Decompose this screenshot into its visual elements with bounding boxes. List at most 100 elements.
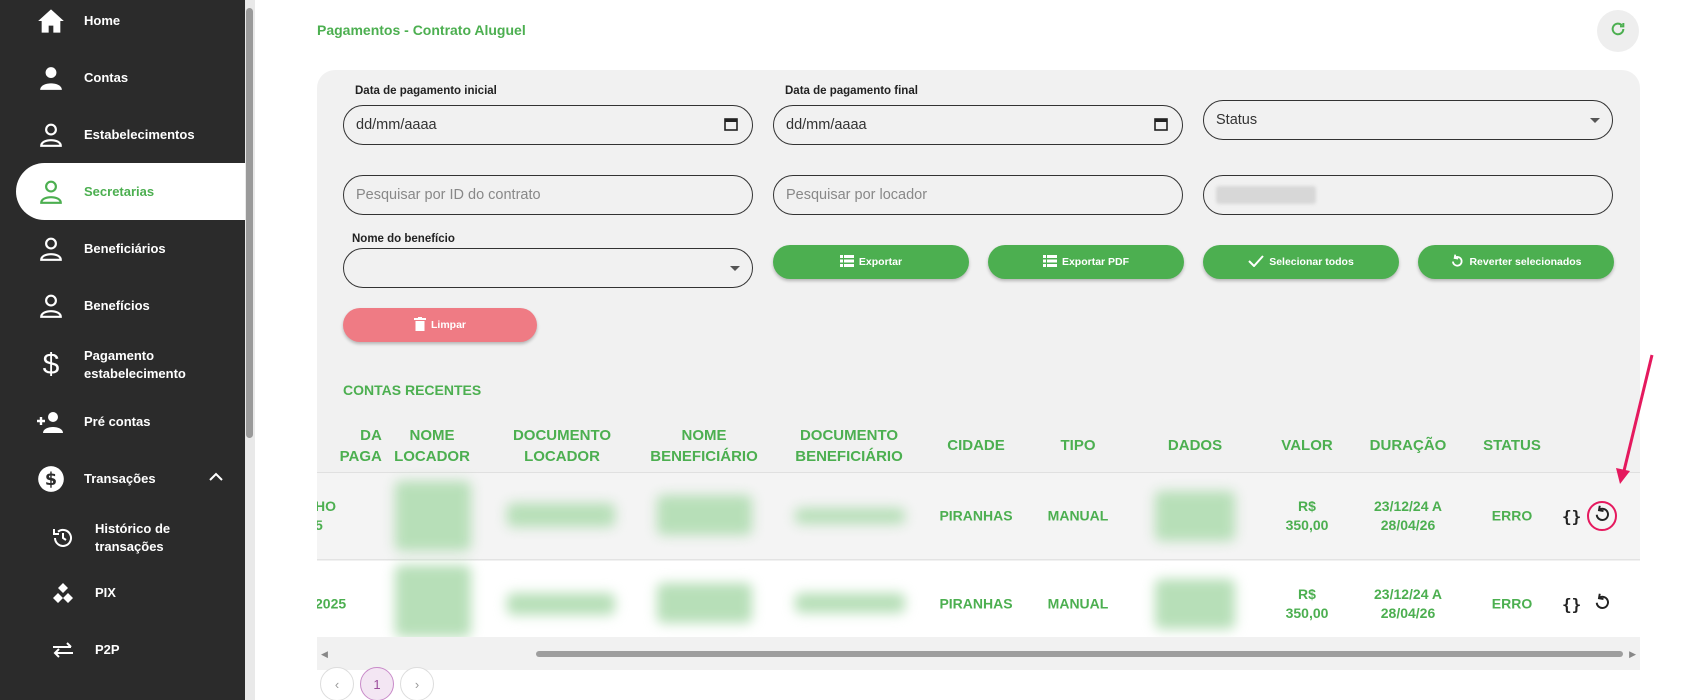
app-root: Home Contas Estabelecimentos Secretarias… bbox=[0, 0, 1696, 700]
sidebar-scrollbar[interactable] bbox=[246, 8, 253, 438]
revert-icon bbox=[1593, 505, 1611, 528]
cell-tipo: MANUAL bbox=[1047, 507, 1109, 524]
col-header-tipo: TIPO bbox=[1060, 437, 1096, 454]
user-outline-icon bbox=[36, 177, 66, 207]
cell-valor: R$ 350,00 bbox=[1286, 497, 1329, 535]
col-header-date-line1: DA bbox=[360, 427, 382, 444]
col-header-dados: DADOS bbox=[1167, 437, 1223, 454]
cell-status: ERRO bbox=[1491, 507, 1533, 524]
table-row[interactable]: 2025 PIRANHAS MANUAL R$ 350,00 23/12/24 … bbox=[317, 561, 1640, 637]
col-header-cidade: CIDADE bbox=[947, 437, 1005, 454]
sidebar-item-label: Estabelecimentos bbox=[84, 126, 195, 142]
sidebar-item-label: Beneficiários bbox=[84, 240, 166, 256]
sidebar-item-label: PIX bbox=[95, 584, 116, 600]
caret-down-icon bbox=[730, 266, 740, 271]
col-header-line2: BENEFICIÁRIO bbox=[795, 448, 903, 465]
list-icon bbox=[839, 254, 854, 270]
pagination-page-1[interactable]: 1 bbox=[360, 667, 394, 700]
cell-duracao-end: 28/04/26 bbox=[1380, 517, 1436, 533]
cell-date-line1: HO bbox=[317, 498, 336, 514]
status-select[interactable]: Status bbox=[1203, 100, 1613, 140]
export-pdf-button[interactable]: Exportar PDF bbox=[988, 245, 1184, 279]
sidebar-item-label: Benefícios bbox=[84, 297, 150, 313]
export-pdf-button-label: Exportar PDF bbox=[1061, 256, 1130, 268]
revert-row-button[interactable] bbox=[1587, 501, 1618, 531]
date-start-input[interactable]: dd/mm/aaaa bbox=[343, 105, 753, 145]
redacted-input[interactable] bbox=[1203, 175, 1613, 215]
user-outline-icon bbox=[36, 120, 66, 150]
scroll-thumb[interactable] bbox=[536, 651, 1623, 657]
sidebar-item-contas[interactable]: Contas bbox=[16, 49, 245, 106]
sidebar-subitem-historico[interactable]: Histórico de transações bbox=[16, 508, 245, 568]
chevron-up-icon[interactable] bbox=[209, 470, 223, 485]
contract-id-placeholder: Pesquisar por ID do contrato bbox=[356, 187, 541, 203]
sidebar-item-secretarias[interactable]: Secretarias bbox=[16, 163, 245, 220]
sidebar-item-beneficiarios[interactable]: Beneficiários bbox=[16, 220, 245, 277]
redacted-dados bbox=[1155, 491, 1235, 541]
revert-icon bbox=[1593, 593, 1611, 616]
col-header-line1: DOCUMENTO bbox=[512, 427, 612, 444]
sidebar-item-label: Transações bbox=[84, 470, 156, 486]
sidebar: Home Contas Estabelecimentos Secretarias… bbox=[0, 0, 245, 700]
sidebar-item-label: Pré contas bbox=[84, 413, 151, 429]
col-header-line2: LOCADOR bbox=[524, 448, 600, 465]
export-button[interactable]: Exportar bbox=[773, 245, 969, 279]
page-title: Pagamentos - Contrato Aluguel bbox=[317, 22, 526, 38]
sidebar-item-label: Secretarias bbox=[84, 183, 155, 199]
sidebar-item-label: P2P bbox=[95, 641, 120, 657]
redacted-value bbox=[1216, 186, 1316, 204]
sidebar-item-beneficios[interactable]: Benefícios bbox=[16, 277, 245, 334]
json-braces-icon[interactable]: {} bbox=[1562, 595, 1581, 614]
cell-status: ERRO bbox=[1491, 595, 1533, 612]
select-all-button[interactable]: Selecionar todos bbox=[1203, 245, 1399, 279]
pagination-next-button[interactable]: › bbox=[400, 667, 434, 700]
locador-input[interactable]: Pesquisar por locador bbox=[773, 175, 1183, 215]
status-placeholder: Status bbox=[1216, 112, 1258, 128]
sidebar-item-estabelecimentos[interactable]: Estabelecimentos bbox=[16, 106, 245, 163]
sidebar-item-pre-contas[interactable]: Pré contas bbox=[16, 393, 245, 450]
scroll-right-arrow-icon[interactable]: ▶ bbox=[1629, 649, 1636, 660]
clear-button[interactable]: Limpar bbox=[343, 308, 537, 342]
contract-id-input[interactable]: Pesquisar por ID do contrato bbox=[343, 175, 753, 215]
table-horizontal-scrollbar[interactable]: ◀ ▶ bbox=[317, 649, 1640, 659]
recent-accounts-title: CONTAS RECENTES bbox=[343, 382, 482, 398]
calendar-icon[interactable] bbox=[724, 117, 738, 135]
cell-tipo: MANUAL bbox=[1047, 595, 1109, 612]
cell-cidade: PIRANHAS bbox=[939, 507, 1013, 524]
user-add-icon bbox=[36, 407, 66, 437]
redacted-dados bbox=[1155, 579, 1235, 629]
cell-valor-currency: R$ bbox=[1298, 498, 1316, 514]
revert-selected-button[interactable]: Reverter selecionados bbox=[1418, 245, 1614, 279]
sidebar-item-transacoes[interactable]: $ Transações bbox=[16, 450, 245, 507]
table-row[interactable]: HO 5 PIRANHAS MANUAL R$ 350,00 23/12/24 … bbox=[317, 473, 1640, 560]
col-header-line2: LOCADOR bbox=[394, 448, 470, 465]
calendar-icon[interactable] bbox=[1154, 117, 1168, 135]
sidebar-item-pagamento-estabelecimento[interactable]: $ Pagamento estabelecimento bbox=[16, 335, 245, 395]
benefit-name-select[interactable] bbox=[343, 248, 753, 288]
date-end-input[interactable]: dd/mm/aaaa bbox=[773, 105, 1183, 145]
clear-button-label: Limpar bbox=[430, 319, 466, 331]
cell-duracao-start: 23/12/24 A bbox=[1374, 498, 1442, 514]
cell-cidade: PIRANHAS bbox=[939, 595, 1013, 612]
cell-valor: R$ 350,00 bbox=[1286, 585, 1329, 623]
col-header-duracao: DURAÇÃO bbox=[1369, 437, 1447, 454]
date-start-placeholder: dd/mm/aaaa bbox=[356, 117, 437, 133]
scroll-left-arrow-icon[interactable]: ◀ bbox=[321, 649, 328, 660]
sidebar-subitem-pix[interactable]: PIX bbox=[16, 564, 245, 621]
sidebar-item-label: Histórico de transações bbox=[95, 521, 171, 554]
redacted-nome-beneficiario bbox=[657, 495, 752, 535]
redacted-nome-locador bbox=[395, 565, 471, 637]
refresh-button[interactable] bbox=[1597, 10, 1639, 52]
filter-panel: Data de pagamento inicial dd/mm/aaaa Dat… bbox=[317, 70, 1640, 670]
revert-row-button[interactable] bbox=[1587, 589, 1617, 619]
json-braces-icon[interactable]: {} bbox=[1562, 507, 1581, 526]
sidebar-item-home[interactable]: Home bbox=[16, 0, 245, 49]
revert-icon bbox=[1450, 253, 1464, 271]
cell-date-line2: 5 bbox=[317, 517, 323, 533]
user-icon bbox=[36, 63, 66, 93]
sidebar-subitem-p2p[interactable]: P2P bbox=[16, 621, 245, 678]
main-content: Pagamentos - Contrato Aluguel Data de pa… bbox=[255, 0, 1696, 700]
home-icon bbox=[36, 6, 66, 36]
pagination-prev-button[interactable]: ‹ bbox=[320, 667, 354, 700]
col-header-nome-beneficiario: NOME BENEFICIÁRIO bbox=[650, 425, 758, 467]
